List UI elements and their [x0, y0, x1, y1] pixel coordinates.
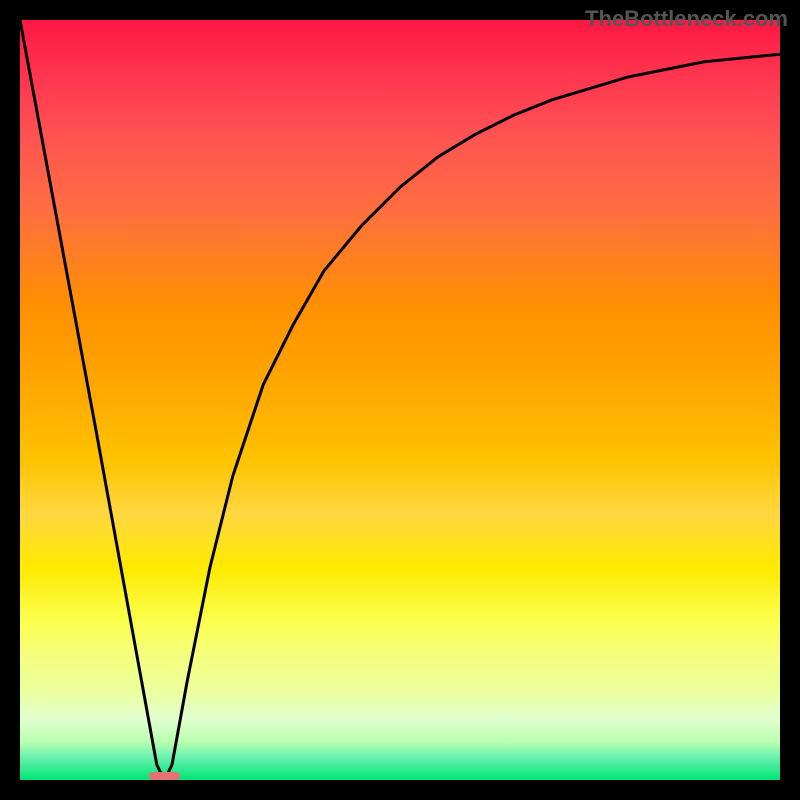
plot-area [20, 20, 780, 780]
optimal-point-marker [149, 772, 179, 780]
watermark-text: TheBottleneck.com [585, 6, 788, 32]
chart-frame: TheBottleneck.com [0, 0, 800, 800]
bottleneck-curve [20, 20, 780, 780]
curve-svg [20, 20, 780, 780]
